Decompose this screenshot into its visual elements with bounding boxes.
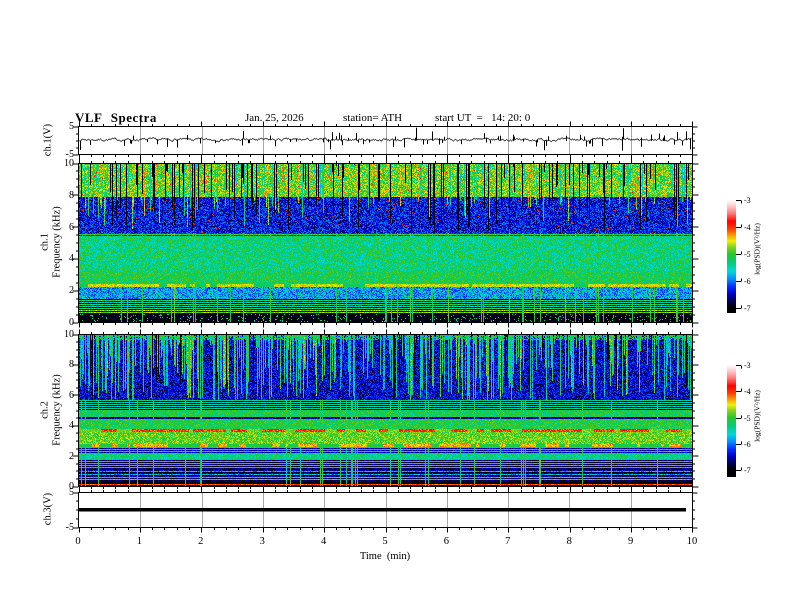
x-tick-label: 6 — [443, 536, 450, 547]
y-tick-label: 4 — [69, 420, 74, 432]
y-tick-label: 10 — [64, 329, 74, 340]
x-tick-label: 8 — [566, 536, 572, 547]
axes-frames-and-ticks — [0, 0, 792, 612]
y-tick-label: 5 — [69, 121, 74, 132]
x-tick-label: 0 — [75, 536, 81, 547]
colorbar-tick-label: -3 — [744, 361, 751, 370]
colorbar-tick-label: -3 — [744, 196, 751, 205]
x-tick-label: 5 — [382, 536, 388, 547]
x-tick-label: 2 — [198, 536, 204, 547]
colorbar-tick-label: -7 — [744, 304, 751, 313]
x-tick-label: 3 — [259, 536, 265, 547]
colorbar-tick-label: -6 — [744, 439, 751, 449]
x-tick-label: 9 — [627, 536, 634, 547]
y-tick-label: 2 — [69, 450, 74, 462]
x-tick-label: 1 — [136, 536, 143, 547]
y-tick-label: 2 — [69, 285, 74, 297]
colorbar-tick-label: -4 — [744, 387, 751, 397]
colorbar-tick-label: -6 — [744, 277, 751, 286]
x-tick-label: 7 — [505, 536, 511, 547]
x-tick-label: 10 — [686, 536, 698, 547]
y-tick-label: 6 — [69, 221, 74, 233]
y-tick-label: 4 — [69, 253, 74, 265]
colorbar-tick-label: -5 — [744, 413, 751, 423]
x-tick-label: 4 — [320, 536, 327, 547]
y-tick-label: 0 — [69, 481, 74, 492]
colorbar-tick-label: -4 — [744, 223, 751, 232]
y-tick-label: 8 — [69, 359, 74, 371]
vlf-spectra-figure: VLF Spectra Jan. 25, 2026 station= ATH s… — [0, 0, 792, 612]
colorbar-tick-label: -5 — [744, 250, 751, 259]
colorbar-tick-label: -7 — [744, 466, 751, 475]
y-tick-label: -5 — [65, 522, 74, 533]
y-tick-label: 0 — [69, 317, 74, 328]
y-tick-label: 6 — [69, 389, 74, 401]
time-axis-label: Time (min) — [359, 551, 411, 562]
y-tick-label: 8 — [69, 189, 74, 201]
y-tick-label: 10 — [64, 158, 74, 169]
